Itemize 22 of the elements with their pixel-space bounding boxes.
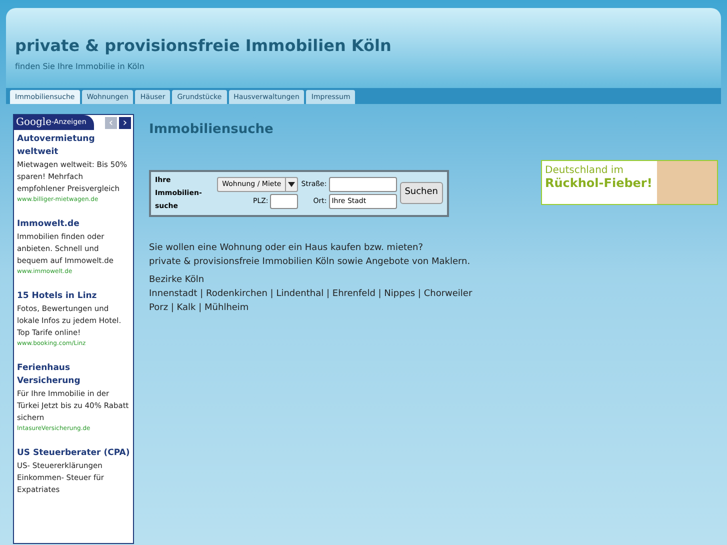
- page-heading: Immobiliensuche: [149, 121, 274, 139]
- ad-title[interactable]: 15 Hotels in Linz: [17, 290, 130, 303]
- ad-title[interactable]: Autovermietung weltweit: [17, 133, 130, 159]
- photo-placeholder: [657, 161, 717, 204]
- zip-field[interactable]: [270, 194, 298, 209]
- ad-title[interactable]: Ferienhaus Versicherung: [17, 362, 130, 388]
- caret-icon: [285, 178, 298, 191]
- banner-text: Deutschland im: [545, 164, 624, 177]
- ad-title[interactable]: Immowelt.de: [17, 218, 130, 231]
- ads-brand: Google: [16, 116, 52, 130]
- districts-heading: Bezirke Köln: [149, 274, 206, 286]
- district-links[interactable]: Porz | Kalk | Mühlheim: [149, 300, 529, 314]
- search-button[interactable]: Suchen: [400, 182, 443, 204]
- site-subtitle: finden Sie Ihre Immobilie in Köln: [15, 61, 146, 73]
- banner-text: Rückhol-Fieber!: [545, 177, 654, 190]
- district-links[interactable]: Innenstadt | Rodenkirchen | Lindenthal | Ehrenfeld | Nippes | Chorweiler: [149, 286, 529, 300]
- next-button[interactable]: ›: [119, 116, 131, 128]
- ad-title[interactable]: US Steuerberater (CPA): [17, 447, 130, 460]
- intro-text: Sie wollen eine Wohnung oder ein Haus kaufen bzw. mieten?: [149, 242, 424, 254]
- intro-text: private & provisionsfreie Immobilien Köln sowie Angebote von Maklern.: [149, 256, 472, 268]
- street-field[interactable]: [328, 177, 397, 192]
- site-title: private & provisionsfreie Immobilien Köln: [15, 35, 392, 57]
